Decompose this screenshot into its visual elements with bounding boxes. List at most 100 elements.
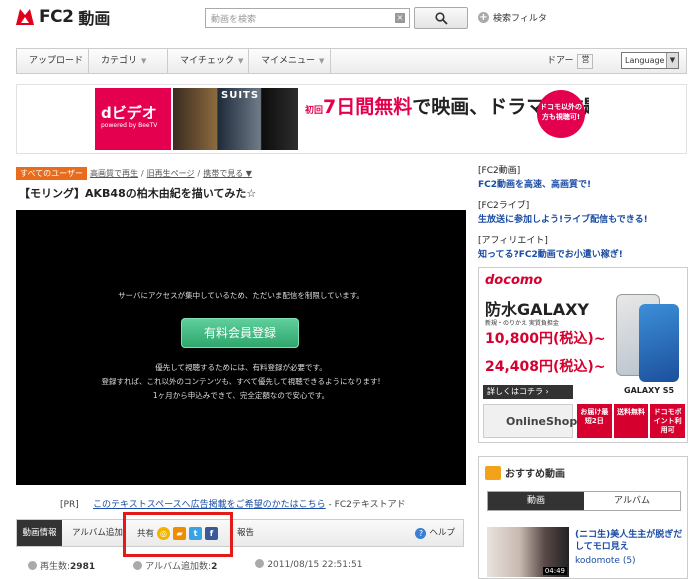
recommend-header: おすすめ動画 [485, 465, 565, 480]
ad-more-link[interactable]: 詳しくはコチラ › [483, 385, 573, 399]
dvideo-banner[interactable]: dビデオ powered by BeeTV SUITS 初回7日間無料で映画、ド… [95, 88, 589, 150]
chevron-down-icon: ▼ [319, 57, 325, 65]
crumb-hq[interactable]: 高画質で再生 [90, 168, 138, 179]
headline-prefix: 初回 [305, 106, 324, 116]
docomo-logo: docomo [485, 273, 543, 288]
affiliate-heading: [アフィリエイト] [478, 236, 548, 246]
search-filter-label: 検索フィルタ [493, 14, 547, 24]
phone-image [639, 304, 679, 382]
user-tag[interactable]: すべてのユーザー [16, 167, 87, 180]
nav-mymenu-label: マイメニュー [261, 56, 316, 66]
video-duration: 04:49 [542, 567, 567, 575]
ad-tile: ドコモポイント利用可 [650, 404, 686, 438]
pr-text-ad: [PR] このテキストスペースへ広告掲載をご希望のかたはこちら - FC2テキス… [60, 497, 406, 510]
premium-register-button[interactable]: 有料会員登録 [181, 318, 299, 348]
album-count-value: 2 [211, 562, 218, 572]
clear-icon[interactable]: × [395, 13, 405, 23]
logo-subtext: 動画 [78, 9, 111, 28]
search-filter-link[interactable]: + 検索フィルタ [478, 11, 547, 24]
premium-info-3: 1ヶ月から申込みできて、完全定額なので安心です。 [152, 391, 330, 400]
fc2-fox-icon [16, 9, 34, 25]
nav-upload[interactable]: アップロード [17, 49, 89, 73]
door-label: ドアー [547, 56, 574, 66]
help-label: ヘルプ [429, 528, 455, 538]
online-shop-logo: OnlineShop [483, 404, 577, 438]
upload-date: 2011/08/15 22:51:51 [255, 559, 362, 572]
video-stats: 再生数:2981 アルバム追加数:2 2011/08/15 22:51:51 [28, 559, 458, 572]
pr-link[interactable]: このテキストスペースへ広告掲載をご希望のかたはこちら [93, 500, 326, 510]
search-placeholder: 動画を検索 [211, 15, 257, 25]
poster-images: SUITS [173, 88, 298, 150]
fc2live-link[interactable]: 生放送に参加しよう!ライブ配信もできる! [478, 212, 648, 225]
tab-album-add[interactable]: アルバム追加 [72, 520, 123, 546]
recommend-title: おすすめ動画 [505, 469, 565, 480]
fc2video-link[interactable]: FC2動画を高速、高画質で! [478, 177, 591, 190]
premium-info-1: 優先して視聴するためには、有料登録が必要です。 [155, 363, 327, 372]
ad-tile: 送料無料 [613, 404, 649, 438]
help-icon: ? [415, 527, 427, 539]
tab-album[interactable]: アルバム [584, 492, 680, 510]
logo-text: FC2 [39, 7, 74, 27]
search-input[interactable]: 動画を検索 × [205, 8, 410, 28]
tv-icon [485, 465, 501, 480]
docomo-ad[interactable]: docomo 防水GALAXY 新規・のりかえ 実質負担金 10,800円(税込… [478, 267, 688, 443]
tab-report[interactable]: 報告 [237, 520, 254, 546]
album-count: アルバム追加数:2 [133, 559, 217, 572]
ad-caption: 新規・のりかえ 実質負担金 [485, 320, 559, 327]
ad-price-2: 24,408円(税込)~ [485, 359, 606, 375]
share-highlight-box [123, 512, 233, 557]
recommend-video-title[interactable]: (ニコ生)美人生主が脱ぎだしてモロ見え [575, 529, 685, 553]
poster-title: SUITS [221, 90, 260, 101]
dvideo-brand-sub: powered by BeeTV [101, 122, 158, 129]
tab-video-info[interactable]: 動画情報 [17, 520, 62, 546]
fc2-logo[interactable]: FC2 動画 [14, 6, 110, 28]
ad-product: 防水GALAXY [485, 300, 590, 319]
ad-model: GALAXY S5 [624, 386, 675, 395]
breadcrumb: すべてのユーザー 高画質で再生 / 旧再生ページ / 携帯で見る ▼ [16, 167, 252, 180]
search-button[interactable] [414, 7, 468, 29]
door-value: 営 [577, 53, 594, 69]
nav-mycheck[interactable]: マイチェック ▼ [168, 49, 249, 73]
door-selector[interactable]: ドアー 営 [547, 49, 594, 73]
plus-icon: + [478, 12, 489, 23]
recommend-video-user[interactable]: kodomote (5) [575, 556, 636, 566]
online-shop-label: OnlineShop [506, 415, 578, 428]
nav-upload-label: アップロード [29, 56, 84, 66]
server-busy-message: サーバにアクセスが集中しているため、ただいま配信を制限しています。 [118, 291, 364, 300]
video-thumbnail[interactable]: 04:49 [487, 527, 569, 577]
page-title: 【モリング】AKB48の柏木由紀を描いてみた☆ [19, 187, 257, 200]
video-tabs: 動画情報 アルバム追加 共有 ◎ ▰ t f 報告 ? ヘルプ [16, 519, 464, 547]
headline-days: 7日間 [323, 96, 375, 118]
nav-category-label: カテゴリ [101, 56, 138, 66]
language-label: Language [625, 56, 665, 65]
banner-badge: ドコモ以外の方も視聴可! [537, 90, 585, 138]
chevron-down-icon: ▼ [141, 57, 147, 65]
affiliate-link[interactable]: 知ってる?FC2動画でお小遣い稼ぎ! [478, 247, 623, 260]
play-count: 再生数:2981 [28, 559, 95, 572]
clock-icon [255, 559, 265, 568]
play-count-value: 2981 [70, 562, 96, 572]
pr-suffix: - FC2テキストアド [328, 500, 406, 510]
ad-price-1: 10,800円(税込)~ [485, 331, 606, 347]
video-player[interactable]: サーバにアクセスが集中しているため、ただいま配信を制限しています。 有料会員登録… [16, 210, 466, 485]
dvideo-brand: dビデオ [101, 104, 157, 122]
tab-video[interactable]: 動画 [488, 492, 584, 510]
nav-category[interactable]: カテゴリ ▼ [89, 49, 168, 73]
crumb-old-page[interactable]: 旧再生ページ [147, 168, 195, 179]
help-link[interactable]: ? ヘルプ [415, 520, 455, 546]
recommend-tabs: 動画 アルバム [487, 491, 681, 511]
banner-area: dビデオ powered by BeeTV SUITS 初回7日間無料で映画、ド… [16, 84, 687, 154]
ad-tiles: お届け最短2日 送料無料 ドコモポイント利用可 [577, 404, 686, 438]
play-count-label: 再生数: [40, 562, 71, 572]
fc2video-heading: [FC2動画] [478, 166, 521, 176]
dvideo-logo: dビデオ powered by BeeTV [95, 88, 171, 150]
nav-mymenu[interactable]: マイメニュー ▼ [249, 49, 331, 73]
pr-tag: [PR] [60, 500, 79, 510]
premium-info-2: 登録すれば、これ以外のコンテンツも、すべて優先して視聴できるようになります! [101, 377, 381, 386]
language-select[interactable]: Language ▼ [621, 52, 679, 69]
ad-tile: お届け最短2日 [577, 404, 612, 438]
search-icon [434, 11, 448, 25]
main-nav: アップロード カテゴリ ▼ マイチェック ▼ マイメニュー ▼ ドアー 営 Langu… [16, 48, 687, 74]
upload-date-value: 2011/08/15 22:51:51 [267, 560, 363, 570]
crumb-mobile[interactable]: 携帯で見る ▼ [203, 168, 252, 179]
